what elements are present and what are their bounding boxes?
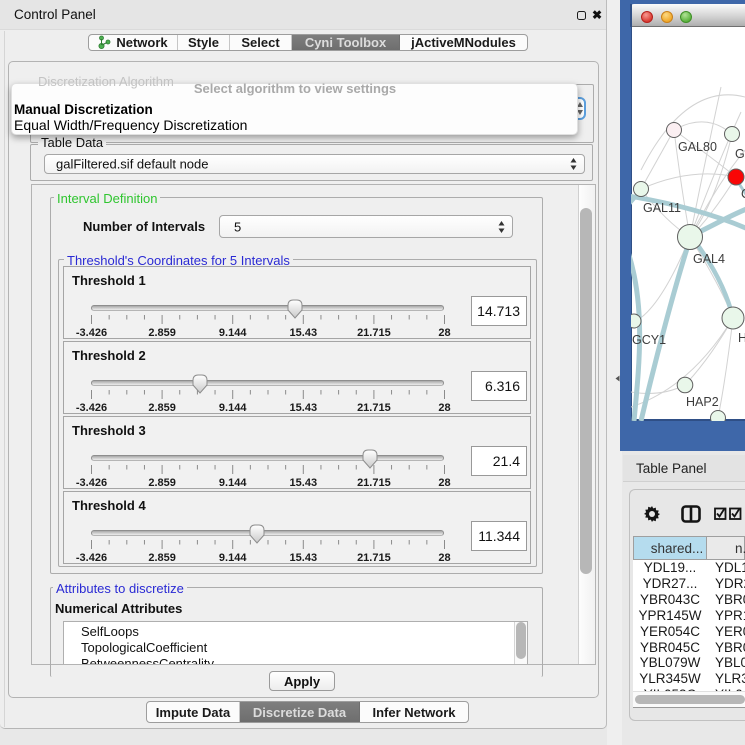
svg-text:H: H [738, 331, 745, 345]
svg-text:C: C [741, 187, 745, 201]
svg-text:G..: G.. [735, 147, 745, 161]
svg-text:GAL4: GAL4 [693, 252, 725, 266]
svg-text:HAP2: HAP2 [686, 395, 719, 409]
svg-text:GAL80: GAL80 [678, 140, 717, 154]
svg-text:GAL11: GAL11 [643, 201, 681, 215]
svg-text:GCY1: GCY1 [632, 333, 666, 347]
